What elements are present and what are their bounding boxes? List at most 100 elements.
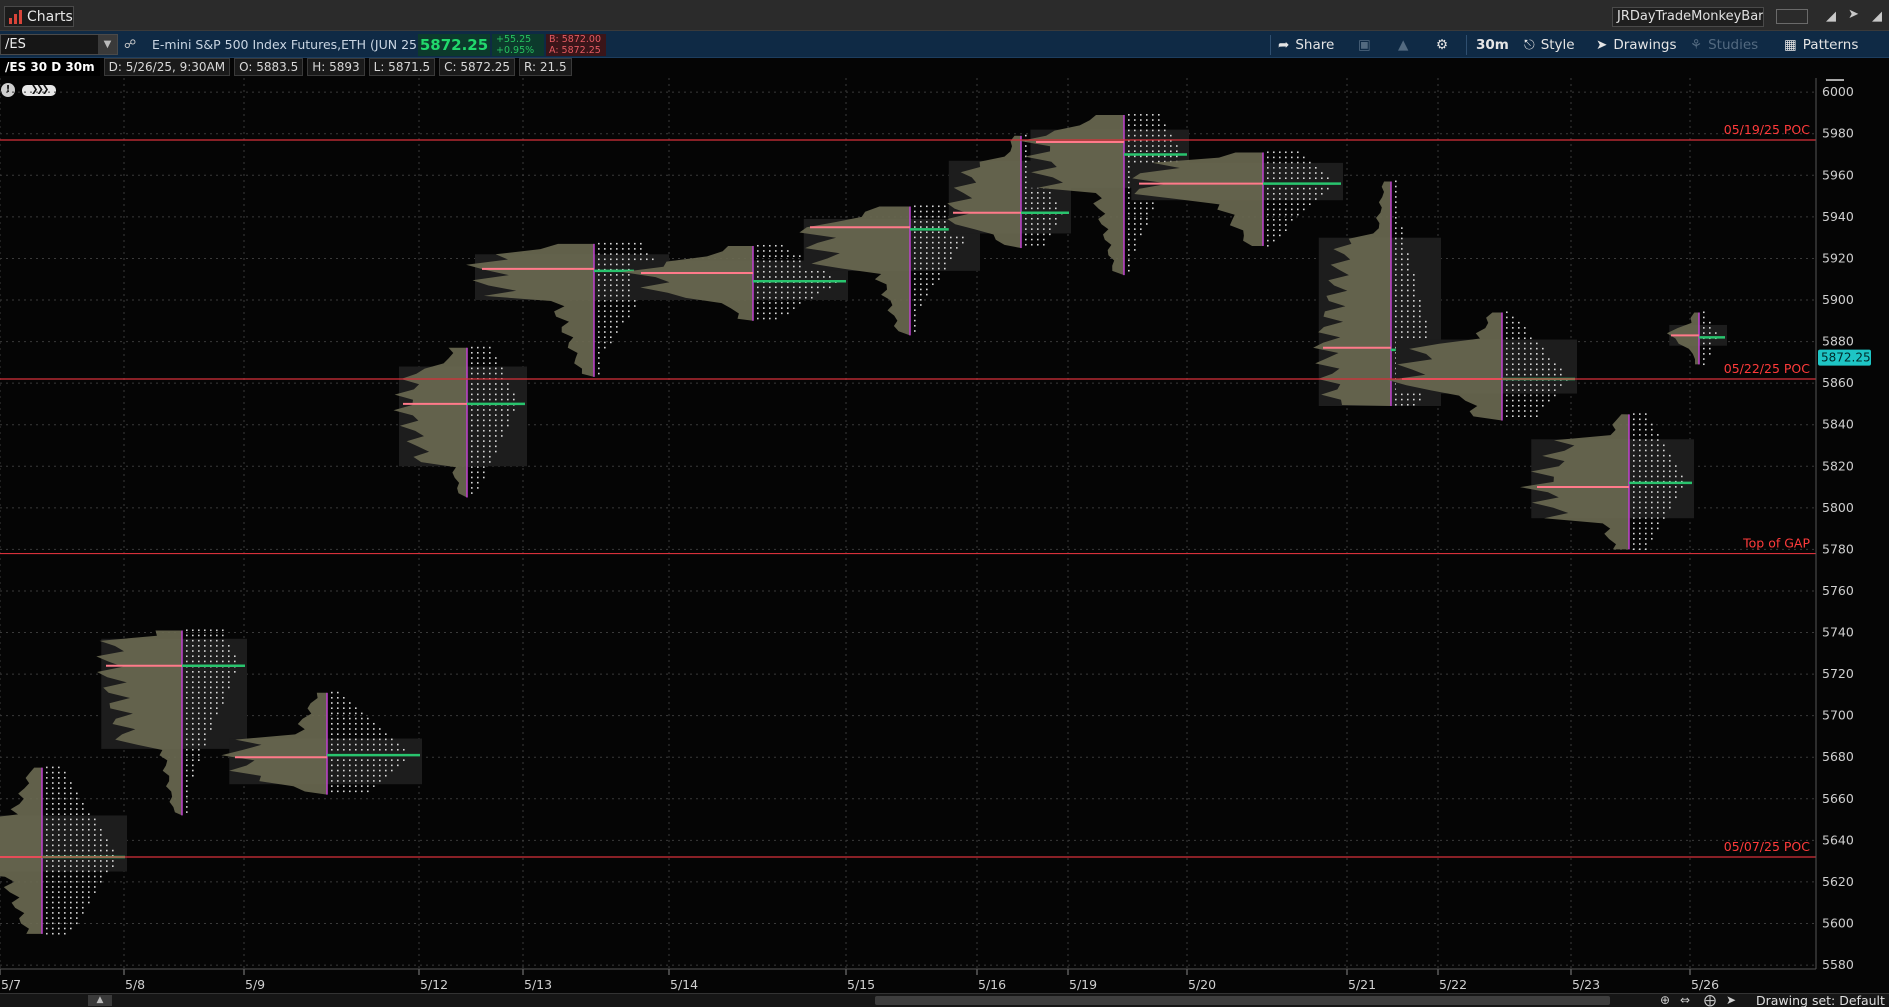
tpo-dot bbox=[204, 728, 206, 730]
tpo-dot bbox=[1146, 160, 1148, 163]
tpo-dot bbox=[471, 362, 473, 364]
tpo-dot bbox=[489, 362, 491, 364]
tpo-dot bbox=[604, 263, 606, 266]
tpo-dot bbox=[489, 429, 491, 432]
timeframe-button[interactable]: 30m bbox=[1476, 34, 1509, 56]
tpo-dot bbox=[604, 320, 606, 323]
pan-icon[interactable]: ⇔ bbox=[1680, 993, 1690, 1007]
scroll-thumb[interactable] bbox=[875, 996, 1610, 1005]
tpo-dot bbox=[1395, 258, 1397, 261]
tpo-dot bbox=[58, 818, 60, 821]
tpo-dot bbox=[944, 262, 946, 265]
tpo-dot bbox=[222, 629, 224, 632]
tpo-dot bbox=[1419, 398, 1421, 401]
tpo-dot bbox=[1291, 177, 1293, 180]
tpo-dot bbox=[331, 691, 333, 694]
share-button[interactable]: ➦ Share bbox=[1278, 34, 1334, 56]
tpo-dot bbox=[799, 255, 801, 257]
zoom-in-icon[interactable]: ⊕ bbox=[1660, 993, 1670, 1007]
pin-icon[interactable]: ➤ bbox=[1848, 7, 1859, 22]
window-size-box[interactable] bbox=[1776, 9, 1808, 24]
tpo-dot bbox=[495, 393, 497, 396]
tpo-dot bbox=[1633, 418, 1635, 421]
tpo-dot bbox=[1291, 151, 1293, 154]
tpo-dot bbox=[1140, 114, 1142, 116]
tpo-dot bbox=[1407, 393, 1409, 396]
tpo-dot bbox=[361, 743, 363, 746]
tpo-dot bbox=[192, 629, 194, 632]
tpo-dot bbox=[1645, 548, 1647, 551]
market-profile-chart[interactable]: 05/19/25 POC05/22/25 POCTop of GAP05/07/… bbox=[0, 78, 1889, 993]
symbol-dropdown-icon[interactable]: ▼ bbox=[98, 35, 117, 54]
patterns-button[interactable]: ▦ Patterns bbox=[1784, 34, 1858, 56]
tpo-dot bbox=[757, 296, 759, 299]
drawings-button[interactable]: ➤ Drawings bbox=[1596, 34, 1676, 56]
tpo-dot bbox=[222, 655, 224, 658]
tpo-dot bbox=[1267, 234, 1269, 237]
tpo-dot bbox=[1297, 156, 1299, 159]
tpo-dot bbox=[1633, 512, 1635, 514]
tpo-dot bbox=[1303, 193, 1305, 195]
tpo-dot bbox=[198, 676, 200, 678]
tpo-dot bbox=[1419, 326, 1421, 328]
tpo-dot bbox=[70, 787, 72, 790]
style-button[interactable]: ⎋ Style bbox=[1524, 34, 1575, 56]
tpo-dot bbox=[1407, 289, 1409, 292]
y-tick-label: 5940 bbox=[1822, 209, 1854, 224]
tpo-dot bbox=[361, 769, 363, 772]
tpo-dot bbox=[1401, 331, 1403, 333]
tpo-dot bbox=[489, 409, 491, 411]
tpo-dot bbox=[1512, 347, 1514, 350]
tpo-dot bbox=[1401, 320, 1403, 323]
tpo-dot bbox=[604, 341, 606, 344]
tpo-dot bbox=[94, 860, 96, 862]
tpo-dot bbox=[1560, 384, 1562, 386]
flask-button[interactable]: ▲ bbox=[1398, 34, 1408, 56]
tpo-dot bbox=[106, 839, 108, 841]
tpo-dot bbox=[343, 764, 345, 767]
tpo-dot bbox=[799, 265, 801, 268]
detach-button[interactable]: ▣ bbox=[1358, 34, 1371, 56]
tpo-dot bbox=[1518, 347, 1520, 350]
tpo-dot bbox=[88, 844, 90, 847]
tpo-dot bbox=[1164, 129, 1166, 132]
tpo-dot bbox=[379, 743, 381, 746]
tpo-dot bbox=[76, 849, 78, 852]
account-selector[interactable]: JRDayTradeMonkeyBars bbox=[1612, 7, 1764, 27]
tpo-dot bbox=[1639, 548, 1641, 551]
tpo-dot bbox=[1645, 532, 1647, 535]
tpo-dot bbox=[1512, 342, 1514, 345]
tpo-dot bbox=[634, 253, 636, 255]
tpo-dot bbox=[775, 307, 777, 309]
pointer-icon[interactable]: ➤ bbox=[1726, 993, 1736, 1007]
profile-histogram bbox=[0, 767, 42, 934]
tpo-dot bbox=[616, 248, 618, 250]
tpo-dot bbox=[186, 676, 188, 678]
tpo-dot bbox=[379, 759, 381, 761]
tpo-dot bbox=[58, 792, 60, 795]
tpo-dot bbox=[616, 284, 618, 287]
settings-button[interactable]: ⚙ bbox=[1436, 34, 1448, 56]
tpo-dot bbox=[1530, 399, 1532, 402]
tpo-dot bbox=[1401, 326, 1403, 328]
minimize-icon[interactable]: ◢ bbox=[1826, 9, 1836, 24]
style-icon: ⎋ bbox=[1524, 37, 1535, 53]
tpo-dot bbox=[781, 260, 783, 263]
link-icon[interactable]: ☍ bbox=[124, 37, 136, 51]
tpo-dot bbox=[1401, 398, 1403, 401]
tpo-dot bbox=[1645, 475, 1647, 478]
tpo-dot bbox=[1134, 124, 1136, 127]
tpo-dot bbox=[1651, 538, 1653, 540]
tpo-dot bbox=[204, 650, 206, 652]
tpo-dot bbox=[1158, 124, 1160, 127]
tpo-dot bbox=[1639, 434, 1641, 436]
tpo-dot bbox=[604, 279, 606, 281]
studies-button[interactable]: ⚘ Studies bbox=[1690, 34, 1758, 56]
resize-corner-icon[interactable]: ◢ bbox=[1872, 9, 1882, 24]
tpo-dot bbox=[1140, 129, 1142, 132]
crosshair-icon[interactable]: ⨁ bbox=[1704, 993, 1716, 1007]
collapse-panel-icon[interactable]: ▲ bbox=[88, 995, 112, 1006]
charts-tab[interactable]: Charts bbox=[4, 6, 74, 27]
tpo-dot bbox=[1140, 160, 1142, 163]
tpo-dot bbox=[944, 247, 946, 249]
